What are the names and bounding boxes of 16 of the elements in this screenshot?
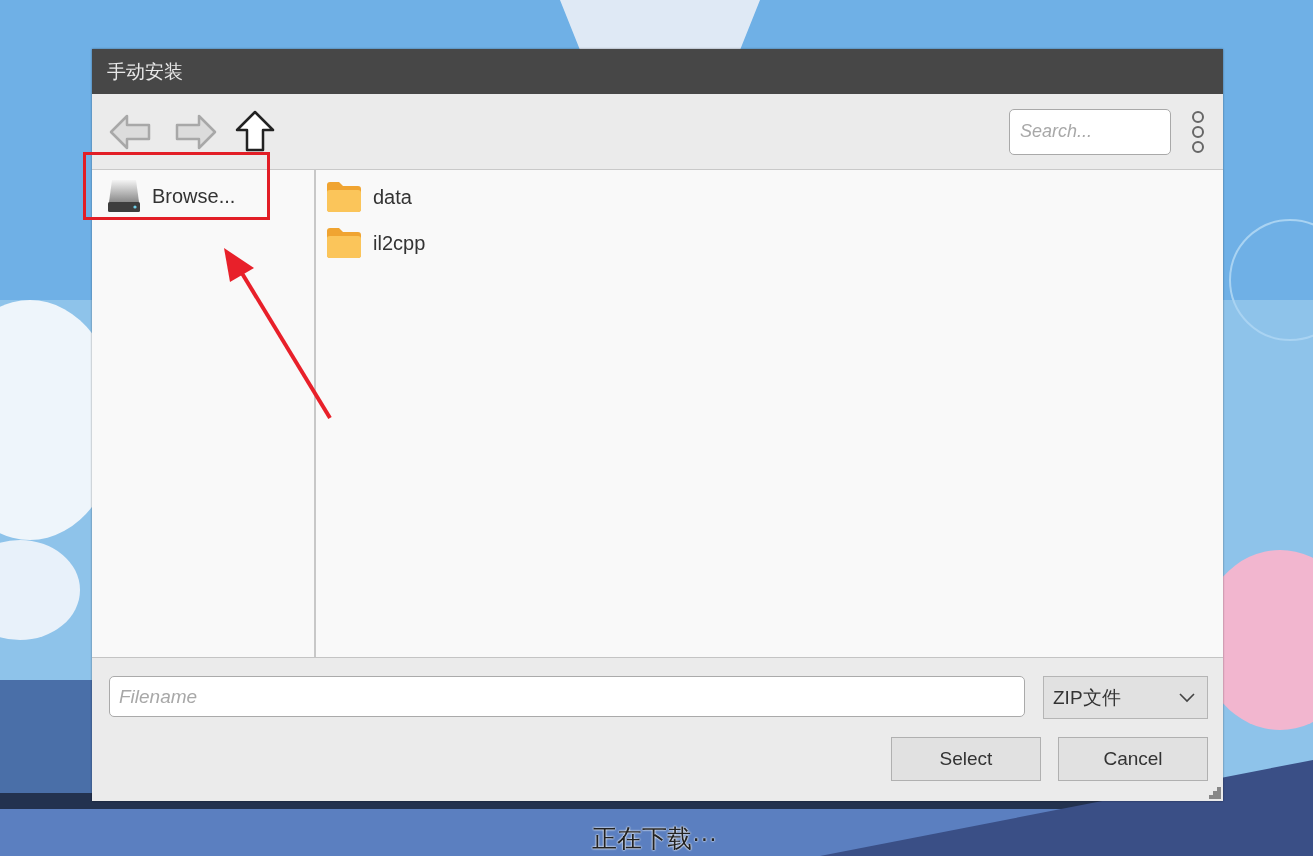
folder-icon — [326, 227, 362, 259]
window-title: 手动安装 — [107, 59, 183, 84]
caption-text: 正在下载··· — [592, 823, 717, 854]
dialog-button[interactable]: Cancel — [1058, 737, 1208, 781]
file-type-dropdown[interactable]: ZIP文件 — [1043, 676, 1208, 719]
drive-icon — [106, 178, 142, 214]
up-arrow-icon[interactable] — [235, 109, 275, 152]
search-field[interactable]: Search... — [1009, 108, 1171, 155]
filename-field[interactable]: Filename — [109, 676, 1025, 717]
folder-item[interactable]: il2cpp — [316, 220, 1223, 266]
resize-grip-icon[interactable] — [1209, 787, 1221, 799]
chevron-down-icon — [1179, 692, 1195, 703]
more-options-icon[interactable] — [1191, 109, 1205, 154]
folder-icon — [326, 181, 362, 213]
dialog-button[interactable]: Select — [891, 737, 1041, 781]
folder-item[interactable]: data — [316, 174, 1223, 220]
